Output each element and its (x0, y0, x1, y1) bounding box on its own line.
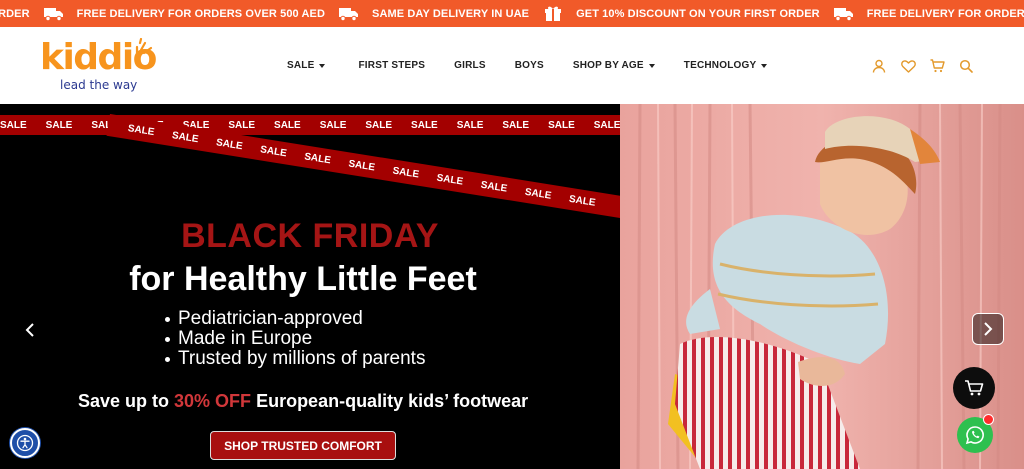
sale-band: SALE SALE SALE SALE SALE SALE SALE SALE SALE SALE… (0, 115, 620, 135)
bullet-text: Trusted by millions of parents (178, 348, 426, 369)
nav-item-label: SALE (287, 60, 315, 71)
sale-label: SALE (0, 119, 27, 131)
notification-dot (983, 414, 994, 425)
sale-label: SALE (171, 129, 200, 145)
promo-item: GET 10% DISCOUNT ON YOUR FIRST ORDER (576, 6, 867, 22)
header-icons (870, 58, 986, 74)
promo-bar: ST ORDER FREE DELIVERY FOR ORDERS OVER 5… (0, 0, 1024, 27)
chevron-down-icon (648, 63, 655, 68)
sale-label: SALE (548, 119, 575, 131)
sale-label: SALE (568, 193, 597, 209)
sale-label: SALE (303, 150, 332, 166)
sale-label: SALE (259, 143, 288, 159)
list-item: Made in Europe (160, 329, 425, 349)
whatsapp-icon (965, 426, 984, 445)
search-icon[interactable] (957, 58, 975, 74)
offer-suffix: European-quality kids’ footwear (251, 391, 529, 411)
heart-icon[interactable] (899, 58, 917, 74)
child-photo (620, 104, 1024, 469)
chevron-down-icon (761, 63, 768, 68)
bullet-icon (165, 316, 170, 322)
nav-item-sale[interactable]: SALE (287, 60, 326, 71)
offer-discount: 30% OFF (174, 391, 252, 411)
cart-icon[interactable] (928, 58, 946, 74)
floating-cart-button[interactable] (953, 367, 995, 409)
sale-label: SALE (365, 119, 393, 131)
promo-item: SAME DAY DELIVERY IN UAE (372, 6, 576, 22)
nav-item-label: SHOP BY AGE (572, 60, 644, 71)
sale-label: SALE (274, 119, 301, 131)
list-item: Pediatrician-approved (160, 309, 425, 329)
hero-offer: Save up to 30% OFF European-quality kids… (78, 390, 528, 412)
sale-label: SALE (215, 136, 244, 152)
promo-text: GET 10% DISCOUNT ON YOUR FIRST ORDER (576, 7, 820, 20)
hero-image (620, 104, 1024, 469)
chevron-right-icon (984, 322, 993, 336)
sale-label: SALE (435, 172, 464, 188)
nav-item-technology[interactable]: TECHNOLOGY (684, 60, 768, 71)
nav-item-label: FIRST STEPS (358, 60, 426, 71)
nav-item-first-steps[interactable]: FIRST STEPS (358, 60, 425, 71)
offer-prefix: Save up to (78, 391, 175, 411)
shop-trusted-comfort-button[interactable]: SHOP TRUSTED COMFORT (210, 431, 396, 460)
accessibility-button[interactable] (10, 428, 40, 458)
sale-label: SALE (480, 179, 509, 195)
sale-label: SALE (347, 157, 376, 173)
hero-subtitle: for Healthy Little Feet (129, 260, 477, 298)
promo-item: FREE DELIVERY FOR ORDERS OVER 500 AED (867, 8, 1024, 20)
previous-slide-button[interactable] (20, 319, 40, 341)
promo-text: FREE DELIVERY FOR ORDERS OVER 500 AED (76, 7, 326, 20)
cart-icon (965, 380, 984, 396)
bullet-icon (165, 356, 170, 362)
chevron-left-icon (25, 323, 34, 337)
chevron-down-icon (319, 63, 326, 68)
list-item: Trusted by millions of parents (160, 349, 425, 369)
truck-icon (833, 6, 855, 22)
promo-text: SAME DAY DELIVERY IN UAE (372, 7, 530, 20)
bullet-icon (165, 336, 170, 342)
sale-label: SALE (411, 119, 438, 131)
main-nav: SALE FIRST STEPS GIRLS BOYS SHOP BY AGE … (287, 60, 768, 71)
nav-item-label: BOYS (514, 60, 544, 71)
promo-item: ST ORDER (0, 6, 77, 22)
hero-banner: SALE SALE SALE SALE SALE SALE SALE SALE SALE SALE… (0, 104, 1024, 469)
sale-label: SALE (593, 119, 620, 131)
gift-icon (542, 6, 564, 22)
bullet-text: Pediatrician-approved (178, 308, 363, 329)
sale-label: SALE (524, 186, 553, 202)
nav-item-label: TECHNOLOGY (683, 60, 757, 71)
promo-text: ST ORDER (0, 7, 30, 20)
bullet-text: Made in Europe (178, 328, 313, 349)
hero-title: BLACK FRIDAY (181, 217, 439, 255)
nav-item-girls[interactable]: GIRLS (454, 60, 486, 71)
logo[interactable]: kiddio lead the way (40, 38, 157, 96)
promo-track: ST ORDER FREE DELIVERY FOR ORDERS OVER 5… (0, 0, 1024, 27)
truck-icon (43, 6, 65, 22)
sale-label: SALE (502, 119, 530, 131)
hero-promo-panel[interactable]: SALE SALE SALE SALE SALE SALE SALE SALE SALE SALE… (0, 104, 620, 469)
user-icon[interactable] (870, 58, 888, 74)
hero-bullets: Pediatrician-approved Made in Europe Tru… (160, 309, 425, 369)
sale-label: SALE (456, 119, 484, 131)
site-header: kiddio lead the way SALE FIRST STEPS GIR… (0, 27, 1024, 105)
promo-text: FREE DELIVERY FOR ORDERS OVER 500 AED (866, 7, 1024, 20)
truck-icon (338, 6, 360, 22)
sale-label: SALE (319, 119, 347, 131)
sale-label: SALE (127, 122, 156, 138)
sale-label: SALE (391, 164, 420, 181)
promo-item: FREE DELIVERY FOR ORDERS OVER 500 AED (77, 6, 372, 22)
sale-label: SALE (45, 119, 73, 131)
next-slide-button[interactable] (972, 313, 1004, 345)
sale-label: SALE (228, 119, 256, 131)
accessibility-icon (16, 434, 34, 452)
nav-item-boys[interactable]: BOYS (515, 60, 544, 71)
sun-icon (135, 38, 153, 55)
logo-tagline: lead the way (60, 78, 138, 92)
nav-item-shop-by-age[interactable]: SHOP BY AGE (573, 60, 655, 71)
nav-item-label: GIRLS (454, 60, 486, 71)
